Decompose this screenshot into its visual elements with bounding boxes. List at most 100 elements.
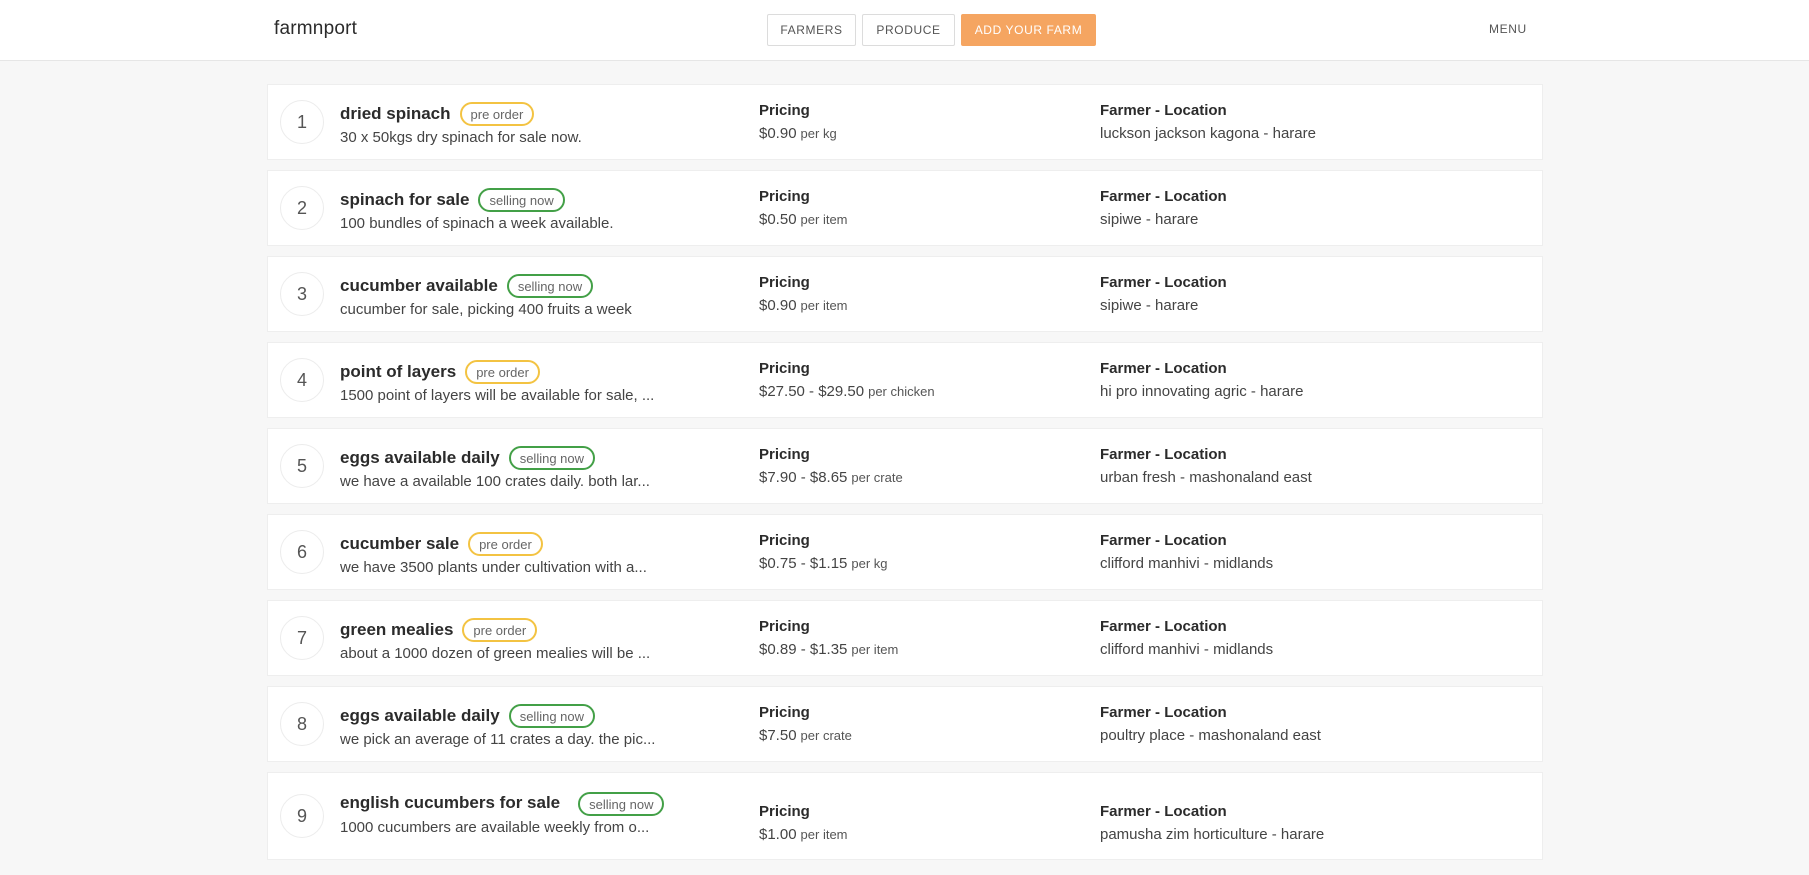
pricing-column: Pricing $27.50 - $29.50 per chicken (759, 360, 935, 400)
pricing-label: Pricing (759, 102, 810, 119)
listing-description: 1500 point of layers will be available f… (340, 387, 655, 404)
listing-description: about a 1000 dozen of green mealies will… (340, 645, 651, 662)
listing-number: 9 (280, 794, 324, 838)
farmer-location-label: Farmer - Location (1100, 188, 1227, 205)
price-value: $1.00 per item (759, 826, 848, 843)
price-unit: per chicken (868, 384, 935, 399)
listing-title[interactable]: point of layers (340, 362, 456, 382)
listing-title-row: cucumber sale pre order (340, 532, 730, 556)
listing-info: spinach for sale selling now 100 bundles… (340, 188, 730, 232)
farmer-location-label: Farmer - Location (1100, 532, 1227, 549)
farmer-location-label: Farmer - Location (1100, 803, 1227, 820)
price-value: $7.50 per crate (759, 727, 852, 744)
pricing-column: Pricing $0.90 per item (759, 274, 848, 314)
pricing-label: Pricing (759, 274, 810, 291)
price-unit: per item (800, 212, 848, 227)
pricing-column: Pricing $0.75 - $1.15 per kg (759, 532, 888, 572)
farmers-button[interactable]: FARMERS (767, 14, 856, 46)
pricing-label: Pricing (759, 446, 810, 463)
listing-info: point of layers pre order 1500 point of … (340, 360, 730, 404)
listing-info: cucumber sale pre order we have 3500 pla… (340, 532, 730, 576)
listing-info: green mealies pre order about a 1000 doz… (340, 618, 730, 662)
listing-title-row: eggs available daily selling now (340, 704, 730, 728)
listing-card[interactable]: 8 eggs available daily selling now we pi… (267, 686, 1543, 762)
listing-info: cucumber available selling now cucumber … (340, 274, 730, 318)
farmer-location-value: poultry place - mashonaland east (1100, 727, 1321, 744)
listing-card[interactable]: 5 eggs available daily selling now we ha… (267, 428, 1543, 504)
price-unit: per item (800, 298, 848, 313)
price-value: $27.50 - $29.50 per chicken (759, 383, 935, 400)
listing-title-row: cucumber available selling now (340, 274, 730, 298)
listing-card[interactable]: 4 point of layers pre order 1500 point o… (267, 342, 1543, 418)
listing-card[interactable]: 7 green mealies pre order about a 1000 d… (267, 600, 1543, 676)
listing-card[interactable]: 9 english cucumbers for sale selling now… (267, 772, 1543, 860)
farmer-location-column: Farmer - Location pamusha zim horticultu… (1100, 803, 1324, 843)
price-value: $0.89 - $1.35 per item (759, 641, 898, 658)
pricing-column: Pricing $7.50 per crate (759, 704, 852, 744)
price-value: $0.75 - $1.15 per kg (759, 555, 888, 572)
pricing-column: Pricing $7.90 - $8.65 per crate (759, 446, 903, 486)
listing-title[interactable]: cucumber available (340, 276, 498, 296)
listing-number: 2 (280, 186, 324, 230)
listing-card[interactable]: 1 dried spinach pre order 30 x 50kgs dry… (267, 84, 1543, 160)
listing-description: we pick an average of 11 crates a day. t… (340, 731, 656, 748)
menu-button[interactable]: MENU (1489, 22, 1527, 36)
status-badge: selling now (508, 446, 596, 470)
pricing-label: Pricing (759, 532, 810, 549)
listing-info: eggs available daily selling now we pick… (340, 704, 730, 748)
produce-button[interactable]: PRODUCE (862, 14, 955, 46)
price-amount: $0.89 - $1.35 (759, 641, 848, 658)
pricing-label: Pricing (759, 618, 810, 635)
price-unit: per item (851, 642, 899, 657)
farmer-location-value: urban fresh - mashonaland east (1100, 469, 1312, 486)
listing-title[interactable]: green mealies (340, 620, 453, 640)
price-unit: per kg (800, 126, 837, 141)
price-unit: per crate (851, 470, 903, 485)
farmer-location-label: Farmer - Location (1100, 360, 1227, 377)
status-badge: pre order (462, 618, 538, 642)
listing-title[interactable]: cucumber sale (340, 534, 459, 554)
status-badge: selling now (508, 704, 596, 728)
listing-title-row: english cucumbers for sale selling now (340, 790, 730, 816)
pricing-label: Pricing (759, 188, 810, 205)
listing-title[interactable]: spinach for sale (340, 190, 469, 210)
listing-card[interactable]: 6 cucumber sale pre order we have 3500 p… (267, 514, 1543, 590)
price-amount: $7.90 - $8.65 (759, 469, 848, 486)
farmer-location-value: clifford manhivi - midlands (1100, 641, 1274, 658)
price-amount: $0.75 - $1.15 (759, 555, 848, 572)
pricing-label: Pricing (759, 360, 810, 377)
price-amount: $7.50 (759, 727, 797, 744)
price-unit: per kg (851, 556, 888, 571)
listing-info: eggs available daily selling now we have… (340, 446, 730, 490)
farmer-location-column: Farmer - Location sipiwe - harare (1100, 274, 1227, 314)
pricing-label: Pricing (759, 803, 810, 820)
listing-title[interactable]: english cucumbers for sale (340, 793, 560, 813)
listing-info: english cucumbers for sale selling now 1… (340, 790, 730, 836)
listing-title[interactable]: eggs available daily (340, 448, 500, 468)
brand-logo[interactable]: farmnport (274, 18, 357, 40)
farmer-location-label: Farmer - Location (1100, 704, 1227, 721)
listing-card[interactable]: 2 spinach for sale selling now 100 bundl… (267, 170, 1543, 246)
price-amount: $0.50 (759, 211, 797, 228)
farmer-location-column: Farmer - Location clifford manhivi - mid… (1100, 532, 1273, 572)
status-badge: pre order (468, 532, 543, 556)
pricing-column: Pricing $0.50 per item (759, 188, 848, 228)
listing-description: we have 3500 plants under cultivation wi… (340, 559, 647, 576)
listing-number: 4 (280, 358, 324, 402)
listing-number: 1 (280, 100, 324, 144)
pricing-column: Pricing $0.90 per kg (759, 102, 837, 142)
listing-title[interactable]: eggs available daily (340, 706, 500, 726)
listing-title-row: spinach for sale selling now (340, 188, 730, 212)
listing-title-row: point of layers pre order (340, 360, 730, 384)
price-amount: $27.50 - $29.50 (759, 383, 865, 400)
listing-description: we have a available 100 crates daily. bo… (340, 473, 650, 490)
listing-description: cucumber for sale, picking 400 fruits a … (340, 301, 632, 318)
listing-description: 30 x 50kgs dry spinach for sale now. (340, 129, 582, 146)
status-badge: selling now (578, 792, 665, 816)
farmer-location-value: sipiwe - harare (1100, 297, 1199, 314)
listing-card[interactable]: 3 cucumber available selling now cucumbe… (267, 256, 1543, 332)
price-unit: per item (800, 827, 848, 842)
listing-title[interactable]: dried spinach (340, 104, 451, 124)
status-badge: pre order (465, 360, 540, 384)
add-your-farm-button[interactable]: ADD YOUR FARM (961, 14, 1096, 46)
